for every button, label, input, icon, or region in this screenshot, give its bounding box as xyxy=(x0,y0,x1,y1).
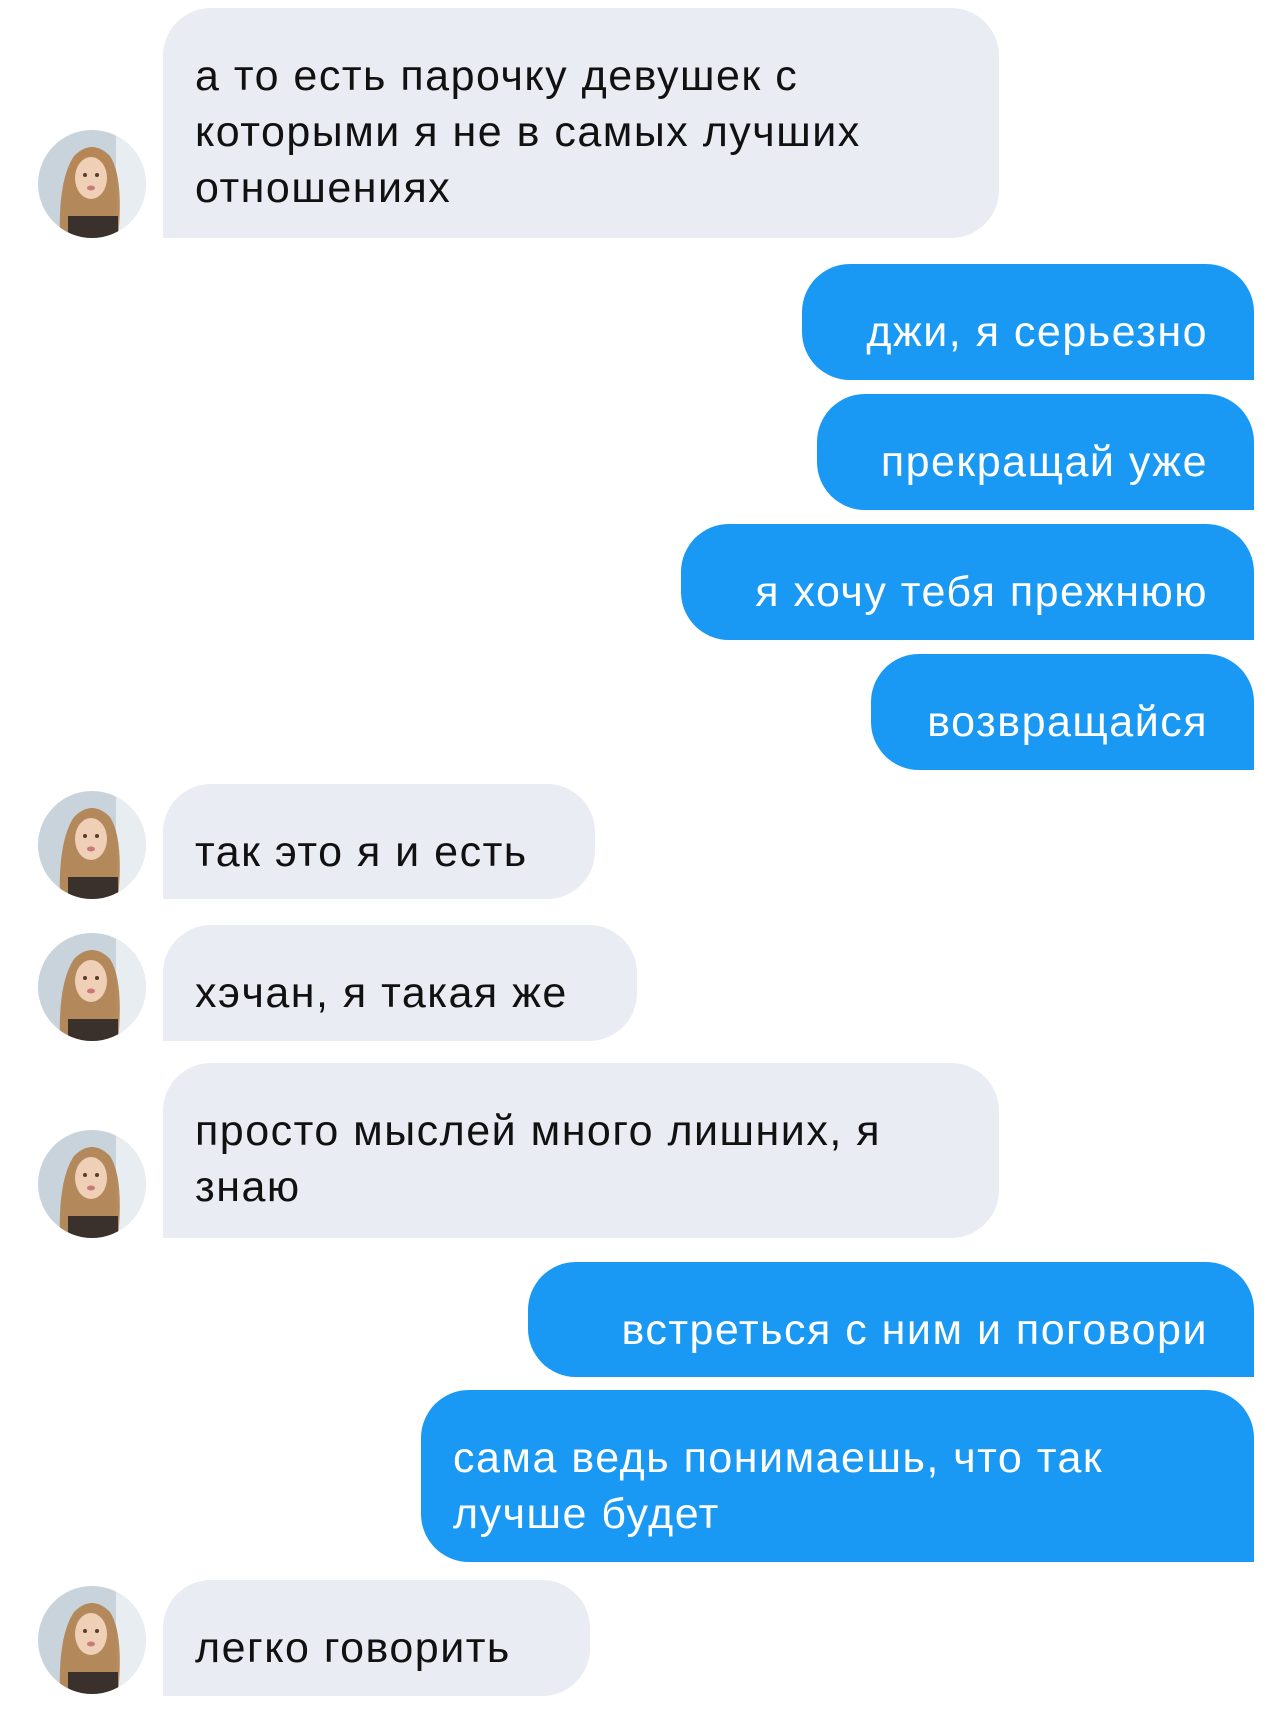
contact-avatar[interactable] xyxy=(38,791,146,899)
incoming-message[interactable]: а то есть парочку девушек с которыми я н… xyxy=(163,8,999,238)
chat-thread[interactable]: а то есть парочку девушек с которыми я н… xyxy=(0,0,1284,1734)
incoming-message[interactable]: так это я и есть xyxy=(163,784,595,899)
outgoing-message[interactable]: сама ведь понимаешь, что так лучше будет xyxy=(421,1390,1254,1562)
avatar-photo-icon xyxy=(38,1586,146,1694)
outgoing-message[interactable]: я хочу тебя прежнюю xyxy=(681,524,1254,640)
incoming-message[interactable]: хэчан, я такая же xyxy=(163,925,637,1041)
contact-avatar[interactable] xyxy=(38,933,146,1041)
incoming-message[interactable]: просто мыслей много лишних, я знаю xyxy=(163,1063,999,1238)
avatar-photo-icon xyxy=(38,1130,146,1238)
avatar-photo-icon xyxy=(38,791,146,899)
outgoing-message[interactable]: джи, я серьезно xyxy=(802,264,1254,380)
outgoing-message[interactable]: прекращай уже xyxy=(817,394,1254,510)
avatar-photo-icon xyxy=(38,130,146,238)
avatar-photo-icon xyxy=(38,933,146,1041)
contact-avatar[interactable] xyxy=(38,130,146,238)
outgoing-message[interactable]: возвращайся xyxy=(871,654,1254,770)
contact-avatar[interactable] xyxy=(38,1586,146,1694)
incoming-message[interactable]: легко говорить xyxy=(163,1580,590,1696)
contact-avatar[interactable] xyxy=(38,1130,146,1238)
outgoing-message[interactable]: встреться с ним и поговори xyxy=(528,1262,1254,1377)
